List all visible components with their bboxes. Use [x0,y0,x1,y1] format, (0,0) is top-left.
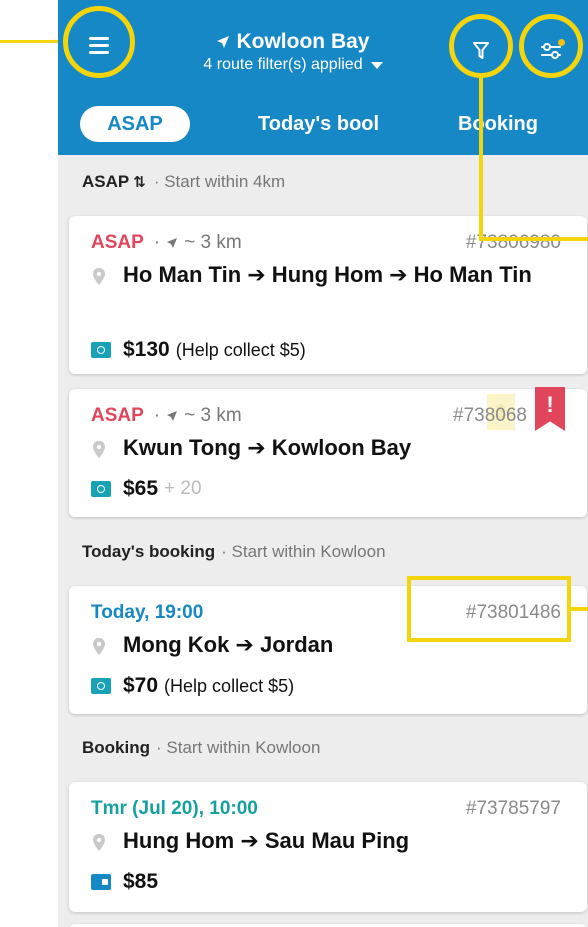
order-card[interactable]: Tmr (Jul 20), 10:00 #73785797 Hung Hom ➔… [69,782,587,912]
order-distance: ~ 3 km [184,405,242,426]
location-pin-icon [93,638,105,655]
order-route: Hung Hom ➔ Sau Mau Ping [123,828,410,853]
section-subtitle: · Start within Kowloon [221,542,386,561]
tab-bar: ASAP Today's bool Booking [58,100,588,148]
dist-separator: · [153,405,161,426]
menu-button[interactable] [70,16,128,74]
tab-booking[interactable]: Booking [458,106,578,142]
section-header-todays-booking: Today's booking · Start within Kowloon [82,542,386,562]
section-title: Booking [82,738,150,757]
annotation-line-order-number [571,607,588,611]
location-selector[interactable]: Kowloon Bay 4 route filter(s) applied [158,30,428,74]
cash-icon [91,342,111,358]
dropdown-caret-icon [370,61,383,69]
order-tag: ASAP [91,405,144,426]
order-route: Kwun Tong ➔ Kowloon Bay [123,435,412,460]
order-number: #738068 [453,405,527,426]
section-header-booking: Booking · Start within Kowloon [82,738,320,758]
annotation-line-filter [479,237,588,241]
order-distance: ~ 3 km [184,232,242,253]
navigation-arrow-icon [217,36,230,48]
section-header-asap: ASAP ⇅ · Start within 4km [82,172,285,192]
cash-icon [91,481,111,497]
section-subtitle: · Start within Kowloon [156,738,321,757]
order-card[interactable]: $ ! ASAP · ~ 3 km #738068 Kwun Tong ➔ Ko… [69,387,587,517]
order-price: $130 [123,338,170,361]
navigation-arrow-icon [167,238,178,248]
order-tag: Today, 19:00 [91,602,204,623]
cash-icon [91,678,111,694]
section-title: ASAP [82,172,130,191]
app-screen: Kowloon Bay 4 route filter(s) applied AS… [58,0,588,927]
highlight-order-number [407,576,571,642]
navigation-arrow-icon [167,411,178,421]
order-number: #73785797 [465,798,561,819]
order-price-extra: + 20 [164,478,202,499]
hamburger-icon [89,33,109,58]
location-name: Kowloon Bay [236,30,370,53]
location-pin-icon [93,268,105,285]
order-tag: ASAP [91,232,144,253]
sort-arrows-icon[interactable]: ⇅ [133,173,146,191]
section-subtitle: · Start within 4km [153,172,286,191]
filter-button[interactable] [456,26,506,76]
dist-separator: · [153,232,161,253]
order-price-note: (Help collect $5) [164,675,295,696]
notification-dot [558,39,565,46]
order-price: $85 [123,870,159,893]
order-price: $65 [123,477,159,500]
route-settings-button[interactable] [526,26,576,76]
order-price-note: (Help collect $5) [175,339,306,360]
order-price: $70 [123,674,159,697]
top-bar: Kowloon Bay 4 route filter(s) applied AS… [58,0,588,155]
tab-todays-booking[interactable]: Today's bool [258,106,394,142]
tab-asap[interactable]: ASAP [80,106,190,142]
wallet-icon [91,874,111,890]
location-pin-icon [93,834,105,851]
order-route: Ho Man Tin ➔ Hung Hom ➔ Ho Man Tin [123,262,532,287]
location-pin-icon [93,441,105,458]
section-title: Today's booking [82,542,216,561]
order-tag: Tmr (Jul 20), 10:00 [91,798,258,819]
filter-summary: 4 route filter(s) applied [203,56,363,73]
annotation-line-menu [0,40,64,43]
annotation-line-filter [479,76,483,240]
order-route: Mong Kok ➔ Jordan [123,632,334,657]
filter-funnel-icon [473,42,489,59]
